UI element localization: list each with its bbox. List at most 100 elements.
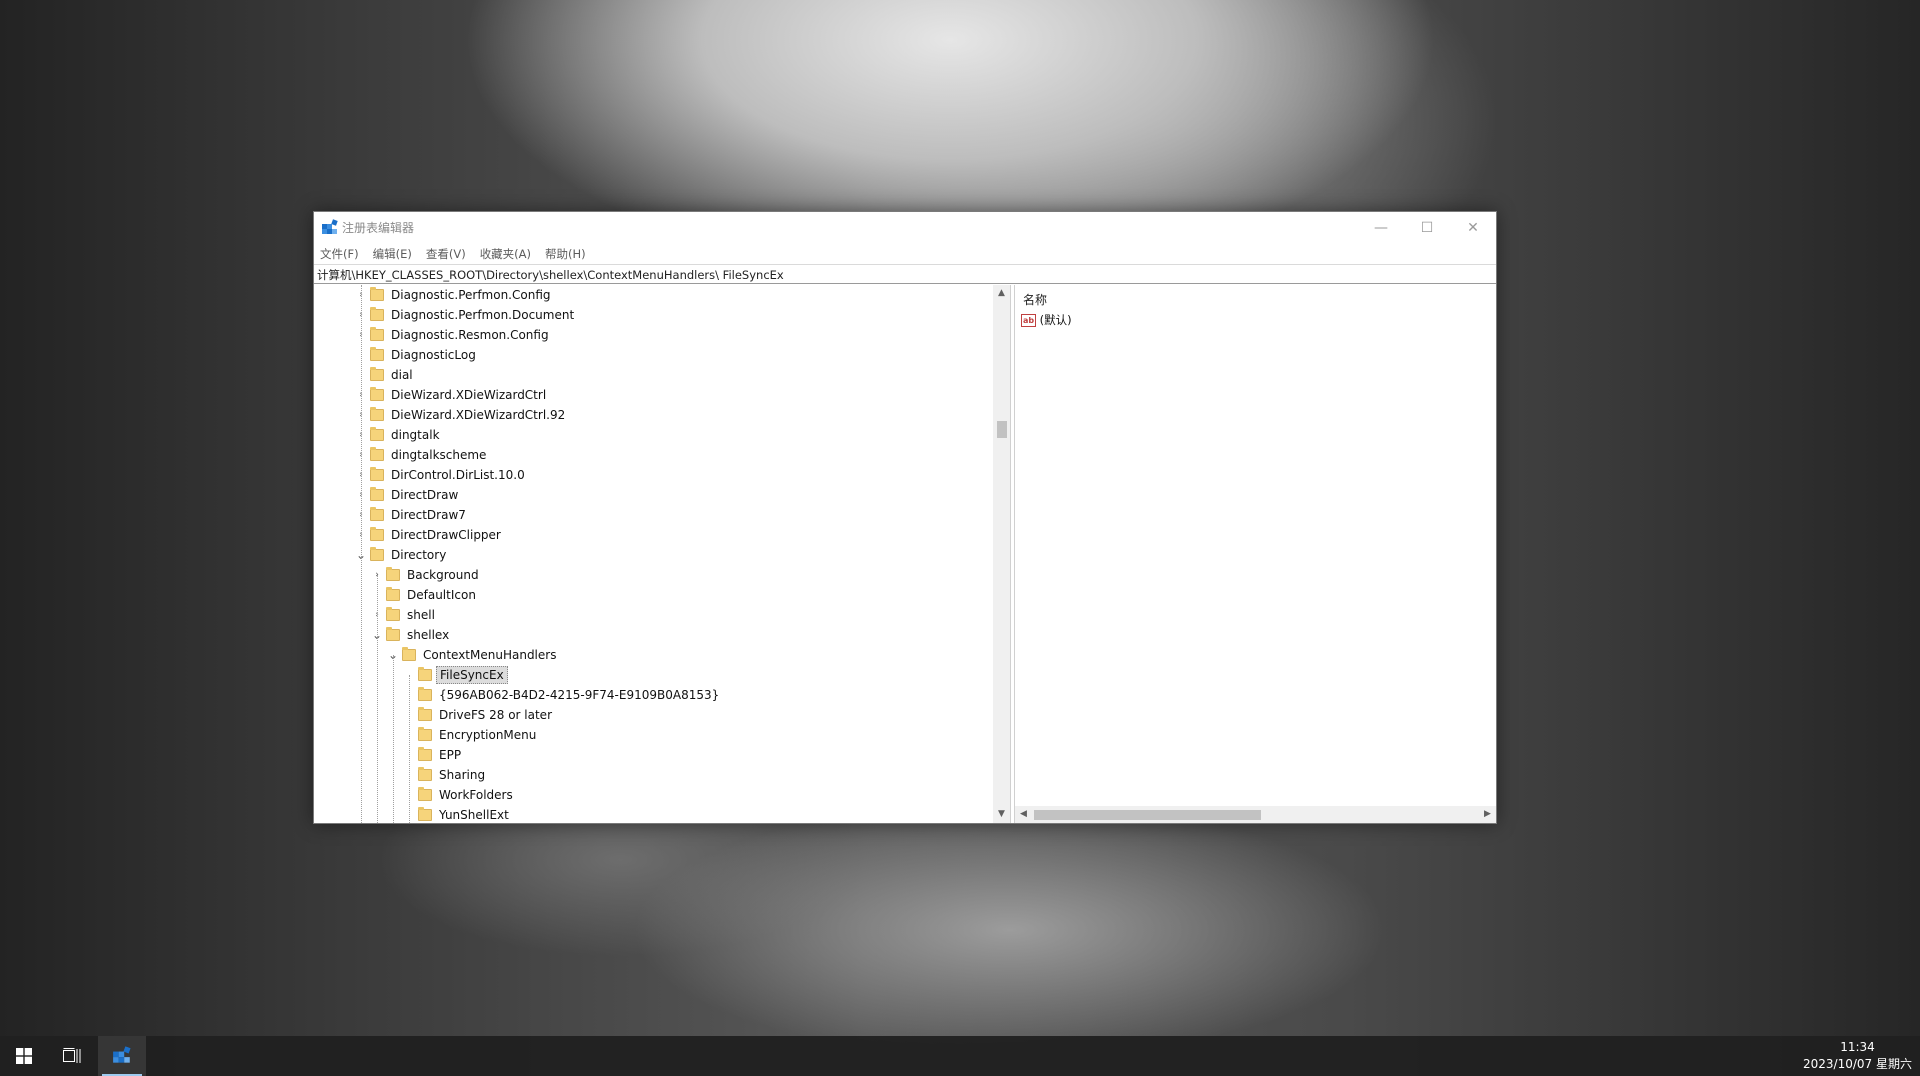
address-bar[interactable]: 计算机\HKEY_CLASSES_ROOT\Directory\shellex\… bbox=[314, 264, 1496, 284]
title-bar[interactable]: 注册表编辑器 — ☐ ✕ bbox=[314, 212, 1496, 243]
folder-icon bbox=[370, 327, 384, 341]
folder-icon bbox=[370, 507, 384, 521]
minimize-button[interactable]: — bbox=[1358, 212, 1404, 243]
folder-icon bbox=[402, 647, 416, 661]
tree-item-label: Diagnostic.Perfmon.Document bbox=[391, 308, 575, 322]
value-list-pane[interactable]: 名称 ab (默认) ◀ ▶ bbox=[1014, 285, 1496, 823]
tree-guide-line bbox=[409, 675, 410, 823]
registry-editor-app-icon bbox=[322, 219, 338, 234]
values-scroll-thumb[interactable] bbox=[1034, 810, 1261, 820]
tree-item-label: dial bbox=[391, 368, 413, 382]
window-title: 注册表编辑器 bbox=[342, 221, 415, 235]
tree-item-label: DriveFS 28 or later bbox=[439, 708, 552, 722]
tree-scroll-thumb[interactable] bbox=[997, 421, 1007, 438]
folder-icon bbox=[370, 287, 384, 301]
windows-start-icon bbox=[16, 1048, 32, 1064]
tree-item-label: DirControl.DirList.10.0 bbox=[391, 468, 525, 482]
key-tree-pane[interactable]: › Diagnostic.Perfmon.Config › Diagnostic.Pe… bbox=[314, 285, 1011, 823]
folder-icon bbox=[370, 447, 384, 461]
tree-item-label: Sharing bbox=[439, 768, 486, 782]
folder-icon bbox=[370, 527, 384, 541]
folder-icon bbox=[370, 387, 384, 401]
scroll-left-arrow-icon[interactable]: ◀ bbox=[1015, 806, 1032, 823]
close-icon: ✕ bbox=[1467, 219, 1479, 236]
tree-guide-line bbox=[377, 575, 378, 823]
menu-bar: 文件(F) 编辑(E) 查看(V) 收藏夹(A) 帮助(H) bbox=[314, 243, 1496, 264]
tree-item-label: DirectDrawClipper bbox=[391, 528, 501, 542]
clock-time: 11:34 bbox=[1840, 1040, 1875, 1054]
tree-item-label: Diagnostic.Perfmon.Config bbox=[391, 288, 551, 302]
folder-icon bbox=[418, 667, 432, 681]
tree-item-label: DefaultIcon bbox=[407, 588, 476, 602]
folder-icon bbox=[370, 547, 384, 561]
tree-vertical-scrollbar[interactable]: ▲ ▼ bbox=[993, 285, 1010, 823]
scroll-up-arrow-icon[interactable]: ▲ bbox=[993, 285, 1010, 302]
tree-item-label: {596AB062-B4D2-4215-9F74-E9109B0A8153} bbox=[439, 688, 720, 702]
folder-icon bbox=[370, 407, 384, 421]
tree-item-label: ContextMenuHandlers bbox=[423, 648, 557, 662]
tree-item-label: Directory bbox=[391, 548, 447, 562]
registry-editor-taskbar-icon bbox=[113, 1046, 131, 1063]
column-header-name[interactable]: 名称 bbox=[1023, 291, 1047, 308]
menu-view[interactable]: 查看(V) bbox=[426, 246, 466, 262]
folder-icon bbox=[370, 347, 384, 361]
scroll-right-arrow-icon[interactable]: ▶ bbox=[1479, 806, 1496, 823]
value-name: (默认) bbox=[1039, 313, 1072, 327]
taskbar: 11:34 2023/10/07 星期六 bbox=[0, 1036, 1920, 1076]
folder-icon bbox=[370, 487, 384, 501]
menu-favorites[interactable]: 收藏夹(A) bbox=[480, 246, 531, 262]
tree-item-label: EPP bbox=[439, 748, 462, 762]
taskbar-registry-editor[interactable] bbox=[98, 1036, 146, 1076]
tree-guide-line bbox=[361, 285, 362, 823]
folder-icon bbox=[418, 687, 432, 701]
clock-date: 2023/10/07 星期六 bbox=[1803, 1057, 1912, 1071]
tree-item-label: shellex bbox=[407, 628, 450, 642]
close-button[interactable]: ✕ bbox=[1450, 212, 1496, 243]
folder-icon bbox=[370, 367, 384, 381]
registry-editor-window: 注册表编辑器 — ☐ ✕ 文件(F) 编辑(E) 查看(V) 收藏夹(A) 帮助… bbox=[313, 211, 1497, 824]
minimize-icon: — bbox=[1374, 219, 1388, 236]
tree-item-label: EncryptionMenu bbox=[439, 728, 537, 742]
tree-item-label: DieWizard.XDieWizardCtrl.92 bbox=[391, 408, 566, 422]
tree-item-label: Diagnostic.Resmon.Config bbox=[391, 328, 549, 342]
folder-icon bbox=[370, 307, 384, 321]
tree-item-label: YunShellExt bbox=[439, 808, 509, 822]
tree-guide-line bbox=[393, 655, 394, 823]
tree-item-label: FileSyncEx bbox=[436, 666, 508, 684]
tree-item-label: DieWizard.XDieWizardCtrl bbox=[391, 388, 547, 402]
ab-string-icon: ab bbox=[1021, 314, 1036, 327]
tree-item-label: dingtalk bbox=[391, 428, 440, 442]
tree-item-label: shell bbox=[407, 608, 435, 622]
tree-item-label: WorkFolders bbox=[439, 788, 513, 802]
folder-icon bbox=[386, 587, 400, 601]
system-clock[interactable]: 11:34 2023/10/07 星期六 bbox=[1803, 1039, 1912, 1073]
value-row-default[interactable]: ab (默认) bbox=[1021, 312, 1072, 330]
menu-help[interactable]: 帮助(H) bbox=[545, 246, 586, 262]
task-view-button[interactable] bbox=[48, 1036, 96, 1076]
tree-item-label: DirectDraw7 bbox=[391, 508, 466, 522]
folder-icon bbox=[386, 567, 400, 581]
maximize-button[interactable]: ☐ bbox=[1404, 212, 1450, 243]
folder-icon bbox=[386, 627, 400, 641]
folder-icon bbox=[370, 427, 384, 441]
menu-file[interactable]: 文件(F) bbox=[320, 246, 359, 262]
folder-icon bbox=[418, 767, 432, 781]
folder-icon bbox=[418, 727, 432, 741]
tree-item-label: Background bbox=[407, 568, 479, 582]
folder-icon bbox=[370, 467, 384, 481]
values-horizontal-scrollbar[interactable]: ◀ ▶ bbox=[1015, 806, 1496, 823]
maximize-icon: ☐ bbox=[1420, 219, 1434, 236]
folder-icon bbox=[418, 807, 432, 821]
tree-item-label: DirectDraw bbox=[391, 488, 459, 502]
tree-item-label: DiagnosticLog bbox=[391, 348, 476, 362]
start-button[interactable] bbox=[0, 1036, 48, 1076]
folder-icon bbox=[418, 787, 432, 801]
tree-item-label: dingtalkscheme bbox=[391, 448, 487, 462]
task-view-icon bbox=[63, 1048, 81, 1063]
scroll-down-arrow-icon[interactable]: ▼ bbox=[993, 806, 1010, 823]
folder-icon bbox=[418, 707, 432, 721]
menu-edit[interactable]: 编辑(E) bbox=[373, 246, 412, 262]
folder-icon bbox=[418, 747, 432, 761]
folder-icon bbox=[386, 607, 400, 621]
address-path[interactable]: 计算机\HKEY_CLASSES_ROOT\Directory\shellex\… bbox=[317, 267, 784, 283]
